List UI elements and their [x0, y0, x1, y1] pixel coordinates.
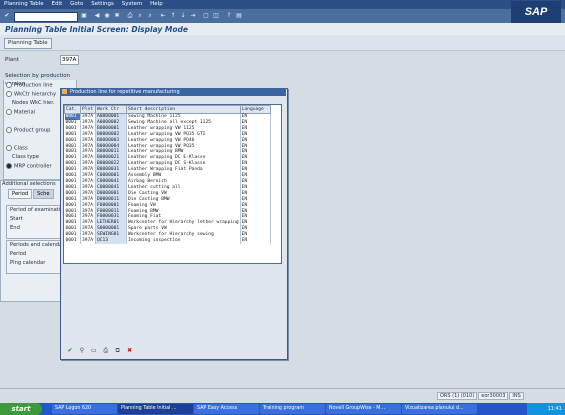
- tab-schedule[interactable]: Sche: [33, 189, 54, 199]
- layout-icon[interactable]: ▤: [235, 12, 243, 20]
- table-row[interactable]: 0001 397A QC13 Incoming inspection EN: [64, 238, 271, 244]
- col-short-description[interactable]: Short description: [126, 105, 241, 114]
- start-label: Start: [10, 216, 23, 222]
- table-cell: QC13: [95, 238, 127, 244]
- shortcut-icon[interactable]: ◫: [212, 12, 220, 20]
- col-plnt[interactable]: Plnt: [80, 105, 96, 114]
- page-title: Planning Table Initial Screen: Display M…: [5, 25, 188, 34]
- task-groupwise[interactable]: Novell GroupWise - M...: [326, 404, 401, 414]
- menu-edit[interactable]: Edit: [52, 1, 63, 7]
- task-planning-table[interactable]: Planning Table Initial ...: [118, 404, 193, 414]
- tab-period[interactable]: Period: [8, 189, 33, 199]
- server-info: eor30003: [478, 392, 509, 400]
- radio-production-line[interactable]: Production line: [6, 82, 53, 89]
- table-header: Cat. Plnt Work Ctr Short description Lan…: [64, 105, 271, 114]
- print-icon[interactable]: ⎙: [126, 12, 134, 20]
- menu-settings[interactable]: Settings: [91, 1, 114, 7]
- new-session-icon[interactable]: ▢: [202, 12, 210, 20]
- label-nodes-wkc: Nodes WkC hier.: [12, 100, 55, 106]
- save-icon[interactable]: ▣: [80, 12, 88, 20]
- prev-page-icon[interactable]: ↑: [169, 12, 177, 20]
- table-cell: 397A: [80, 238, 96, 244]
- dialog-buttons: ✔ ⚲ ▭ ⎙ ⧉ ✖: [66, 347, 136, 354]
- task-vizualizarea[interactable]: Vizualizarea planului d...: [402, 404, 477, 414]
- radio-icon: [6, 127, 12, 133]
- plant-input[interactable]: 397A: [60, 55, 79, 65]
- next-page-icon[interactable]: ↓: [179, 12, 187, 20]
- system-tray: 11:41: [527, 403, 565, 415]
- check-icon[interactable]: ✔: [66, 347, 74, 354]
- exit-icon[interactable]: ◉: [103, 12, 111, 20]
- application-toolbar: [0, 35, 565, 51]
- radio-icon: [6, 91, 12, 97]
- menu-goto[interactable]: Goto: [70, 1, 83, 7]
- find-icon[interactable]: ⌕: [136, 12, 144, 20]
- production-line-table: Cat. Plnt Work Ctr Short description Lan…: [64, 105, 271, 244]
- new-icon[interactable]: ▭: [90, 347, 98, 354]
- period-group-title: Period of examinati: [10, 207, 61, 213]
- label-class-type: Class type: [12, 154, 39, 160]
- menu-planning-table[interactable]: Planning Table: [4, 1, 44, 7]
- table-cell: Incoming inspection: [126, 238, 241, 244]
- command-field[interactable]: [14, 12, 78, 22]
- filter-icon[interactable]: ⚲: [78, 347, 86, 354]
- input-mode: INS: [509, 392, 524, 400]
- cancel-icon[interactable]: ✖: [126, 347, 134, 354]
- task-sap-logon[interactable]: SAP Logon 620: [52, 404, 117, 414]
- system-info: ORS (1) (010) eor30003 INS: [437, 392, 525, 400]
- back-icon[interactable]: ◀: [93, 12, 101, 20]
- plant-label: Plant: [5, 57, 19, 63]
- radio-selected-icon: [6, 163, 12, 169]
- radio-product-group[interactable]: Product group: [6, 127, 50, 134]
- additional-selections-header: Additional selections: [2, 181, 56, 187]
- col-cat[interactable]: Cat.: [64, 105, 81, 114]
- calendar-group-title: Periods and calenda: [10, 242, 63, 248]
- end-label: End: [10, 225, 20, 231]
- menu-help[interactable]: Help: [150, 1, 163, 7]
- radio-icon: [6, 82, 12, 88]
- dialog-title: Production line for repetitive manufactu…: [60, 88, 286, 96]
- last-page-icon[interactable]: ⇥: [189, 12, 197, 20]
- start-button[interactable]: start: [0, 403, 42, 415]
- enter-icon[interactable]: ✔: [3, 12, 11, 20]
- planning-table-button[interactable]: Planning Table: [4, 38, 52, 49]
- clock: 11:41: [547, 406, 562, 412]
- copy-icon[interactable]: ⧉: [114, 347, 122, 354]
- table-cell: 0001: [64, 238, 81, 244]
- radio-wkctr-hierarchy[interactable]: WkCtr hierarchy: [6, 91, 56, 98]
- find-next-icon[interactable]: ⌕: [146, 12, 154, 20]
- radio-material[interactable]: Material: [6, 109, 35, 116]
- cancel-icon[interactable]: ✖: [113, 12, 121, 20]
- dialog-icon: [62, 89, 67, 94]
- radio-class[interactable]: Class: [6, 145, 28, 152]
- period-label: Period: [10, 251, 27, 257]
- radio-icon: [6, 145, 12, 151]
- table-cell: EN: [240, 238, 271, 244]
- selection-header: Selection by production version: [3, 72, 77, 87]
- help-icon[interactable]: ?: [225, 12, 233, 20]
- col-work-ctr[interactable]: Work Ctr: [95, 105, 127, 114]
- menu-system[interactable]: System: [122, 1, 143, 7]
- task-training-program[interactable]: Training program: [260, 404, 325, 414]
- sap-logo: SAP: [511, 1, 561, 23]
- print-icon[interactable]: ⎙: [102, 347, 110, 354]
- planning-calendar-label: Plng calendar: [10, 260, 46, 266]
- task-sap-easy-access[interactable]: SAP Easy Access: [194, 404, 259, 414]
- col-language[interactable]: Language: [239, 105, 271, 114]
- radio-mrp-controller[interactable]: MRP controller: [6, 163, 52, 170]
- session-info[interactable]: ORS (1) (010): [437, 392, 478, 400]
- menu-bar: Planning Table Edit Goto Settings System…: [0, 0, 565, 9]
- first-page-icon[interactable]: ⇤: [159, 12, 167, 20]
- radio-icon: [6, 109, 12, 115]
